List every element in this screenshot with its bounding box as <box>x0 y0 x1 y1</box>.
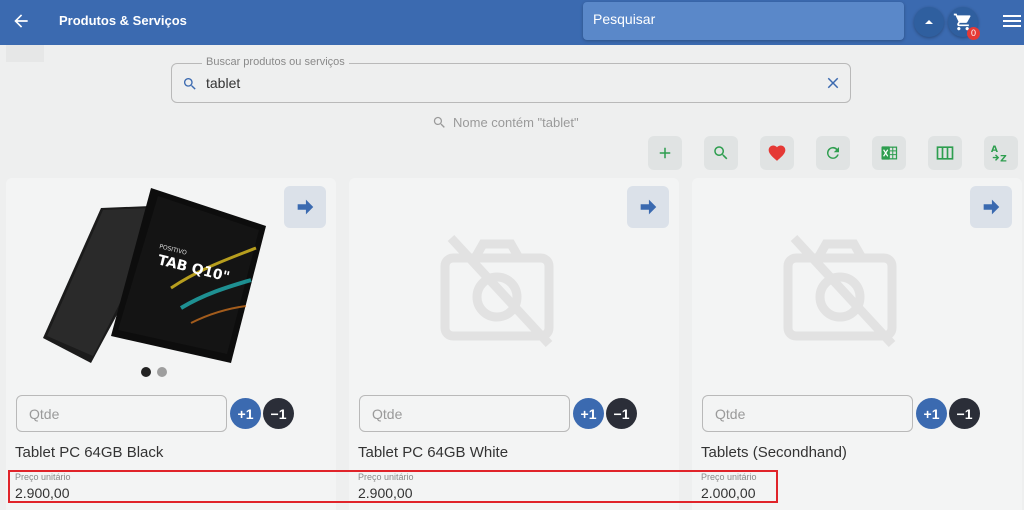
product-name: Tablet PC 64GB Black <box>15 444 164 461</box>
refresh-button[interactable] <box>816 136 850 170</box>
product-card: +1 −1 Tablets (Secondhand) Preço unitári… <box>692 178 1022 510</box>
increment-button[interactable]: +1 <box>916 398 947 429</box>
header-search-button[interactable]: Pesquisar <box>583 2 904 40</box>
arrow-left-icon <box>14 14 28 28</box>
app-bar: Produtos & Serviços Pesquisar 0 <box>0 0 1024 45</box>
image-carousel-dots <box>141 367 167 377</box>
active-filter: Nome contém "tablet" <box>432 115 579 130</box>
product-card: +1 −1 Tablet PC 64GB White Preço unitári… <box>349 178 679 510</box>
carousel-dot[interactable] <box>141 367 151 377</box>
sort-button[interactable]: AZ <box>984 136 1018 170</box>
back-button[interactable] <box>6 6 36 36</box>
heart-icon <box>768 145 786 161</box>
search-icon <box>184 78 196 90</box>
price-label: Preço unitário <box>358 472 414 482</box>
cart-button[interactable]: 0 <box>948 7 980 40</box>
svg-text:Z: Z <box>1000 153 1007 164</box>
columns-button[interactable] <box>928 136 962 170</box>
add-button[interactable] <box>648 136 682 170</box>
product-image: POSITIVO TAB Q10" <box>43 188 266 363</box>
price-value: 2.900,00 <box>358 485 413 501</box>
price-value: 2.000,00 <box>701 485 756 501</box>
arrow-right-icon <box>983 199 1000 215</box>
hamburger-icon <box>1003 15 1021 27</box>
arrow-right-icon <box>297 199 314 215</box>
search-icon <box>433 116 445 128</box>
price-label: Preço unitário <box>15 472 71 482</box>
header-search-label: Pesquisar <box>593 11 656 27</box>
collapse-button[interactable] <box>914 7 944 37</box>
search-field-label: Buscar produtos ou serviços <box>202 56 349 68</box>
favorites-button[interactable] <box>760 136 794 170</box>
menu-button[interactable] <box>1002 12 1022 30</box>
svg-text:A: A <box>991 144 999 155</box>
no-image-icon <box>440 234 554 348</box>
price-label: Preço unitário <box>701 472 757 482</box>
arrow-right-icon <box>640 199 657 215</box>
quantity-input[interactable] <box>16 395 227 432</box>
search-input[interactable] <box>206 72 806 94</box>
decrement-button[interactable]: −1 <box>949 398 980 429</box>
add-icon <box>659 147 671 159</box>
product-search-field: Buscar produtos ou serviços <box>171 56 851 103</box>
refresh-icon <box>826 146 839 159</box>
quantity-input[interactable] <box>359 395 570 432</box>
close-icon[interactable] <box>824 74 842 92</box>
no-image-icon <box>783 234 897 348</box>
product-name: Tablets (Secondhand) <box>701 444 847 461</box>
excel-icon <box>881 146 898 160</box>
sort-az-icon: AZ <box>991 144 1007 164</box>
cart-count-badge: 0 <box>967 27 980 40</box>
decrement-button[interactable]: −1 <box>606 398 637 429</box>
caret-up-icon <box>925 20 933 24</box>
quantity-input[interactable] <box>702 395 913 432</box>
increment-button[interactable]: +1 <box>230 398 261 429</box>
search-icon <box>714 146 728 160</box>
product-card: POSITIVO TAB Q10" +1 −1 Tablet PC 64GB B… <box>6 178 336 510</box>
excel-export-button[interactable] <box>872 136 906 170</box>
price-value: 2.900,00 <box>15 485 70 501</box>
open-product-button[interactable] <box>970 186 1012 228</box>
open-product-button[interactable] <box>284 186 326 228</box>
search-button[interactable] <box>704 136 738 170</box>
carousel-dot[interactable] <box>157 367 167 377</box>
decrement-button[interactable]: −1 <box>263 398 294 429</box>
open-product-button[interactable] <box>627 186 669 228</box>
page-title: Produtos & Serviços <box>59 13 187 28</box>
increment-button[interactable]: +1 <box>573 398 604 429</box>
product-name: Tablet PC 64GB White <box>358 444 509 461</box>
columns-icon <box>936 146 954 160</box>
side-tab <box>6 45 44 62</box>
filter-text: Nome contém "tablet" <box>453 115 579 130</box>
